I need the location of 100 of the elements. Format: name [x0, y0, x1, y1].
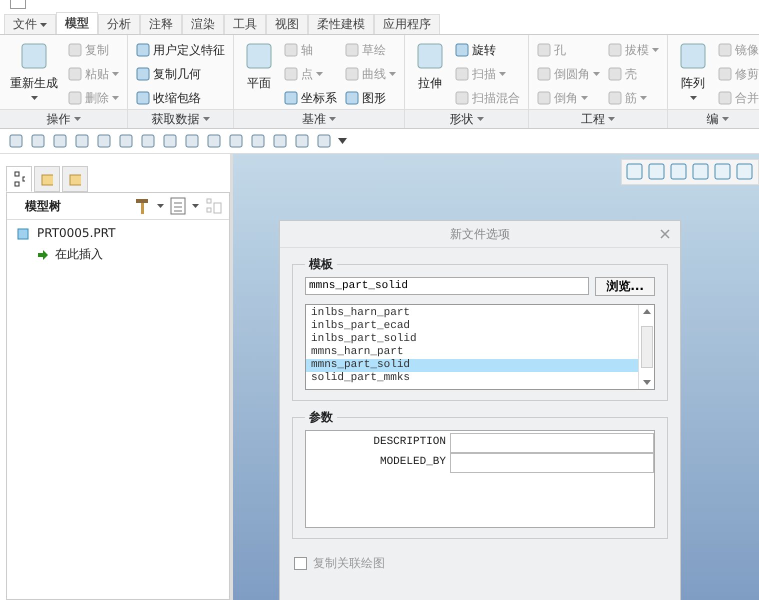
caret-icon [593, 72, 600, 76]
caret-icon[interactable] [157, 204, 164, 208]
tree-icon[interactable] [205, 197, 223, 215]
list-item[interactable]: solid_part_mmks [306, 372, 638, 385]
caret-icon [316, 72, 323, 76]
group-menu[interactable]: 操作 [0, 109, 127, 128]
tool-icon [345, 67, 359, 81]
parameter-name: MODELED_BY [378, 455, 447, 470]
tool-icon [345, 43, 359, 57]
arrow-icon [37, 248, 49, 260]
tool-icon [284, 43, 298, 57]
caret-icon [722, 117, 728, 121]
tool-icon [19, 41, 49, 71]
tool-icon [455, 43, 469, 57]
caret-icon [202, 117, 210, 121]
caret-icon [608, 117, 615, 121]
ribbon-button[interactable]: 图形 [343, 87, 398, 109]
caret-icon [329, 117, 336, 121]
tool-icon [455, 91, 469, 105]
caret-icon [581, 96, 588, 100]
panel-title: 模型树 [24, 198, 62, 214]
tool-icon [345, 91, 359, 105]
parameter-field[interactable] [450, 453, 654, 473]
group-menu[interactable]: 获取数据 [128, 109, 233, 128]
caret-icon [389, 72, 396, 76]
parameter-name: DESCRIPTION [372, 435, 447, 450]
tool-icon [244, 41, 274, 71]
ribbon-tab[interactable]: 柔性建模 [308, 14, 374, 34]
tool-icon [718, 43, 732, 57]
ribbon-tab[interactable]: 模型 [56, 12, 98, 34]
tool-icon [537, 43, 551, 57]
panel-tab[interactable] [6, 166, 32, 192]
template-field[interactable]: mmns_part_solid [305, 277, 590, 295]
tool-icon [455, 67, 469, 81]
tool-icon [608, 43, 622, 57]
caret-icon[interactable] [192, 204, 199, 208]
close-icon[interactable] [660, 229, 670, 239]
ribbon-button[interactable]: 复制几何 [134, 63, 227, 85]
ribbon-button[interactable]: 重新生成 [6, 39, 62, 109]
parameter-field[interactable] [450, 433, 654, 453]
scrollbar[interactable] [638, 305, 654, 389]
ribbon-button[interactable]: 收缩包络 [134, 87, 227, 109]
tool-icon [608, 91, 622, 105]
caret-icon [652, 48, 659, 52]
caret-icon [30, 96, 38, 100]
tool-icon [68, 91, 82, 105]
ribbon-tab[interactable]: 注释 [140, 14, 182, 34]
tool-icon [718, 91, 732, 105]
tool-icon [608, 67, 622, 81]
tree-item[interactable]: 在此插入 [7, 240, 229, 263]
caret-icon [112, 96, 119, 100]
caret-icon [476, 117, 484, 121]
up-arrow-icon[interactable] [642, 309, 650, 314]
tool-icon [136, 43, 150, 57]
list-item[interactable]: mmns_harn_part [306, 346, 638, 359]
list-item[interactable]: inlbs_part_ecad [306, 320, 638, 333]
ribbon-tab[interactable]: 分析 [98, 14, 140, 34]
tree-icon [13, 171, 25, 187]
ribbon-button[interactable]: 坐标系 [282, 87, 339, 109]
group-menu[interactable]: 形状 [405, 109, 528, 128]
caret-icon [40, 22, 47, 26]
list-item[interactable]: mmns_part_solid [306, 359, 638, 372]
section-title: 模板 [308, 256, 334, 273]
file-menu[interactable]: 文件 [4, 14, 56, 34]
tool-icon [678, 41, 708, 71]
tree-item[interactable]: PRT0005.PRT [7, 220, 229, 240]
browse-button[interactable]: 浏览... [595, 277, 655, 296]
tool-icon [136, 67, 150, 81]
dialog-title: 新文件选项 [450, 226, 510, 242]
list-item[interactable]: inlbs_harn_part [306, 307, 638, 320]
ribbon-tab[interactable]: 工具 [224, 14, 266, 34]
ribbon-button[interactable]: 用户定义特征 [134, 39, 227, 61]
list-item[interactable]: inlbs_part_solid [306, 333, 638, 346]
tool-icon [68, 43, 82, 57]
ribbon-tab[interactable]: 视图 [266, 14, 308, 34]
tool-icon [415, 41, 445, 71]
ribbon-button[interactable]: 平面 [240, 39, 278, 109]
down-arrow-icon[interactable] [642, 380, 650, 385]
tool-icon [284, 67, 298, 81]
group-menu[interactable]: 基准 [234, 109, 404, 128]
ribbon-tab[interactable]: 应用程序 [374, 14, 440, 34]
caret-icon [112, 72, 119, 76]
tool-icon [284, 91, 298, 105]
group-menu[interactable]: 工程 [529, 109, 667, 128]
ribbon-tab[interactable]: 渲染 [182, 14, 224, 34]
caret-icon [640, 96, 647, 100]
tool-icon [718, 67, 732, 81]
ribbon-button[interactable]: 拉伸 [411, 39, 449, 109]
ribbon-button[interactable]: 旋转 [453, 39, 522, 61]
tool-icon [537, 91, 551, 105]
tool-icon [537, 67, 551, 81]
hammer-icon[interactable] [133, 197, 151, 215]
ribbon-button[interactable]: 阵列 [674, 39, 712, 109]
caret-icon [690, 96, 696, 100]
caret-icon [74, 117, 80, 121]
caret-icon[interactable] [338, 138, 347, 144]
section-title: 参数 [308, 409, 334, 426]
tool-icon [68, 67, 82, 81]
caret-icon [499, 72, 506, 76]
group-menu[interactable]: 编 [668, 109, 759, 128]
